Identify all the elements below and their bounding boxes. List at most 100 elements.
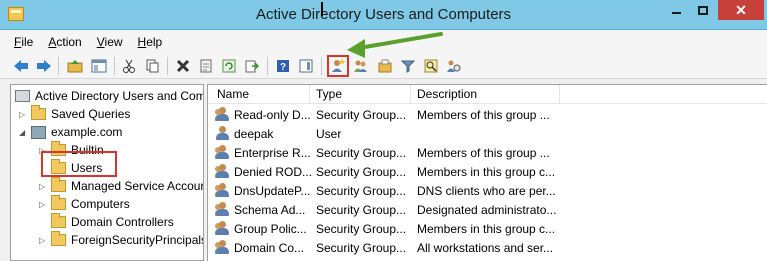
list-item-type: Security Group... (316, 241, 407, 255)
list-item-name: Read-only D... (234, 108, 311, 122)
tree-item-label: ForeignSecurityPrincipals (71, 233, 204, 247)
add-to-group-icon[interactable] (445, 57, 463, 75)
list-item-type: Security Group... (316, 222, 407, 236)
column-divider[interactable] (309, 85, 310, 104)
show-console-tree-icon[interactable] (90, 57, 108, 75)
group-icon (215, 164, 231, 179)
list-item-type: Security Group... (316, 203, 407, 217)
tree-item-foreign-security-principals[interactable]: ▷ ForeignSecurityPrincipals (39, 231, 204, 249)
expand-arrow-icon[interactable]: ▷ (39, 236, 48, 245)
refresh-icon[interactable] (220, 57, 238, 75)
column-header-description[interactable]: Description (417, 87, 477, 101)
toolbar-separator (321, 57, 322, 75)
collapse-arrow-icon[interactable]: ◢ (19, 128, 28, 137)
list-item[interactable]: Domain Co... Security Group... All works… (208, 238, 767, 257)
close-icon: ✕ (735, 2, 747, 18)
tree-root-label: Active Directory Users and Com (35, 89, 204, 103)
group-icon (215, 202, 231, 217)
minimize-icon (671, 12, 681, 14)
list-item[interactable]: Enterprise R... Security Group... Member… (208, 143, 767, 162)
tree-root[interactable]: Active Directory Users and Com (15, 87, 204, 105)
menu-action[interactable]: Action (48, 35, 81, 49)
list-item-description: Members in this group c... (417, 222, 556, 236)
console-tree: Active Directory Users and Com ▷ Saved Q… (10, 84, 204, 261)
tree-item-label: Saved Queries (51, 107, 131, 121)
expand-arrow-icon[interactable]: ▷ (19, 110, 28, 119)
tree-item-label: Managed Service Accour (71, 179, 204, 193)
menu-help[interactable]: Help (138, 35, 163, 49)
list-item[interactable]: DnsUpdateP... Security Group... DNS clie… (208, 181, 767, 200)
toolbar-separator (114, 57, 115, 75)
tree-item-domain[interactable]: ◢ example.com (19, 123, 122, 141)
list-item-description: DNS clients who are per... (417, 184, 556, 198)
column-header-type[interactable]: Type (316, 87, 342, 101)
tree-item-domain-controllers[interactable]: Domain Controllers (51, 213, 174, 231)
delete-icon[interactable] (174, 57, 192, 75)
up-folder-icon[interactable] (66, 57, 84, 75)
list-item-name: Domain Co... (234, 241, 305, 255)
column-divider[interactable] (559, 85, 560, 104)
list-item-name: Group Polic... (234, 222, 307, 236)
list-item-description: Members in this group c... (417, 165, 556, 179)
close-button[interactable]: ✕ (718, 0, 764, 20)
list-header: Name Type Description (208, 85, 767, 104)
maximize-icon (698, 5, 708, 15)
list-item-name: deepak (234, 127, 274, 141)
back-icon[interactable] (12, 57, 30, 75)
copy-icon[interactable] (143, 57, 161, 75)
menu-view[interactable]: View (97, 35, 123, 49)
new-user-icon (332, 59, 345, 72)
list-item-name: Enterprise R... (234, 146, 311, 160)
list-item-type: Security Group... (316, 108, 407, 122)
folder-icon (51, 177, 66, 192)
list-item[interactable]: Group Polic... Security Group... Members… (208, 219, 767, 238)
user-icon (215, 126, 231, 141)
action-pane-icon[interactable] (297, 57, 315, 75)
toolbar-separator (167, 57, 168, 75)
cut-icon[interactable] (120, 57, 138, 75)
minimize-button[interactable] (664, 0, 688, 20)
title-bar[interactable]: Active Directory Users and Computers ✕ (0, 0, 767, 30)
export-list-icon[interactable] (243, 57, 261, 75)
console-icon (15, 90, 30, 102)
list-item-type: Security Group... (316, 146, 407, 160)
list-item[interactable]: Denied ROD... Security Group... Members … (208, 162, 767, 181)
properties-icon[interactable] (197, 57, 215, 75)
tree-item-saved-queries[interactable]: ▷ Saved Queries (19, 105, 130, 123)
group-icon (215, 240, 231, 255)
forward-icon[interactable] (35, 57, 53, 75)
tree-item-label: example.com (51, 125, 123, 139)
window-title: Active Directory Users and Computers (255, 6, 512, 23)
list-item[interactable]: Schema Ad... Security Group... Designate… (208, 200, 767, 219)
users-highlight-box (41, 151, 117, 177)
list-item-description: Designated administrato... (417, 203, 557, 217)
menu-file[interactable]: File (14, 35, 33, 49)
list-item-name: Schema Ad... (234, 203, 306, 217)
list-item-description: All workstations and ser... (417, 241, 554, 255)
toolbar-separator (267, 57, 268, 75)
column-header-name[interactable]: Name (217, 87, 249, 101)
list-item-name: Denied ROD... (234, 165, 313, 179)
column-divider[interactable] (410, 85, 411, 104)
toolbar-separator (58, 57, 59, 75)
group-icon (215, 221, 231, 236)
list-item-type: Security Group... (316, 184, 407, 198)
maximize-button[interactable] (690, 0, 716, 20)
tree-item-managed-service-accounts[interactable]: ▷ Managed Service Accour (39, 177, 204, 195)
help-icon[interactable]: ? (274, 57, 292, 75)
list-item-description: Members of this group ... (417, 146, 550, 160)
group-icon (215, 183, 231, 198)
list-item[interactable]: deepak User (208, 124, 767, 143)
annotation-arrow-icon (347, 32, 443, 58)
folder-icon (51, 213, 66, 228)
tree-item-label: Domain Controllers (71, 215, 174, 229)
expand-arrow-icon[interactable]: ▷ (39, 200, 48, 209)
group-icon (215, 107, 231, 122)
tree-item-label: Computers (71, 197, 130, 211)
list-item[interactable]: Read-only D... Security Group... Members… (208, 105, 767, 124)
list-item-description: Members of this group ... (417, 108, 550, 122)
folder-icon (31, 105, 46, 120)
tree-item-computers[interactable]: ▷ Computers (39, 195, 130, 213)
expand-arrow-icon[interactable]: ▷ (39, 182, 48, 191)
svg-text:?: ? (280, 62, 286, 73)
